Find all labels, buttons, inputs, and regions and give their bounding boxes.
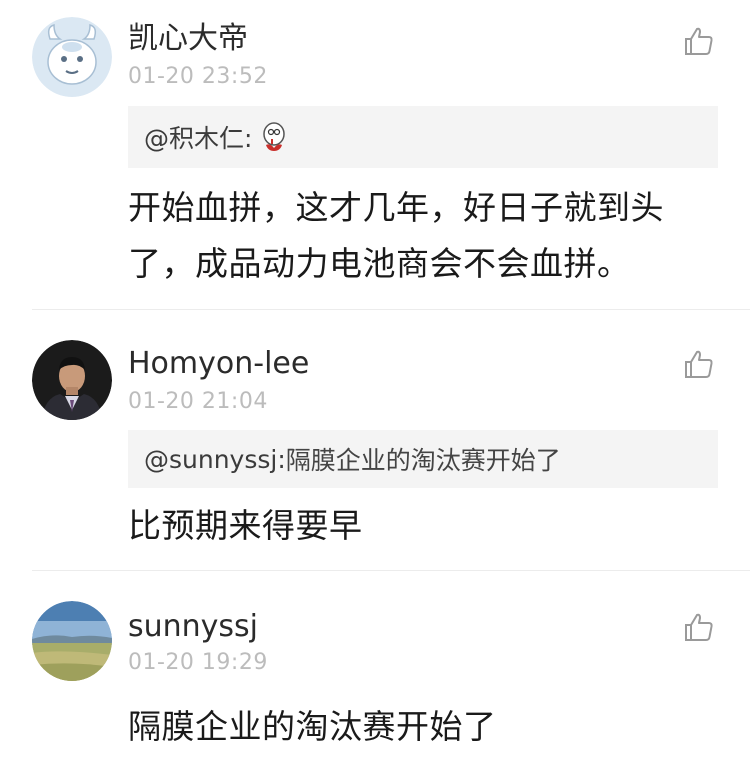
like-icon[interactable] (683, 348, 715, 380)
avatar[interactable] (32, 340, 112, 420)
comment-line: 比预期来得要早 (128, 506, 363, 545)
quoted-reply[interactable]: @sunnyssj: 隔膜企业的淘汰赛开始了 (128, 430, 718, 488)
username[interactable]: 凯心大帝 (128, 24, 248, 54)
quote-user[interactable]: @sunnyssj: (144, 445, 286, 474)
timestamp: 01-20 23:52 (128, 64, 268, 89)
timestamp: 01-20 21:04 (128, 389, 268, 414)
comment-item: sunnyssj 01-20 19:29 隔膜企业的淘汰赛开始了 (0, 571, 750, 761)
timestamp: 01-20 19:29 (128, 650, 268, 675)
comment-line: 开始血拼，这才几年，好日子就到头 (128, 188, 664, 227)
comment-item: 凯心大帝 01-20 23:52 @积木仁: 开始血拼，这才几年，好日子就到头 … (0, 0, 750, 310)
person-photo-icon (32, 340, 112, 420)
avatar[interactable] (32, 17, 112, 97)
quote-text: 隔膜企业的淘汰赛开始了 (285, 446, 561, 475)
username[interactable]: Homyon-lee (128, 349, 309, 379)
landscape-photo-icon (32, 601, 112, 681)
comment-body: 比预期来得要早 (128, 498, 728, 554)
emoji-icon (258, 121, 290, 153)
comment-body: 隔膜企业的淘汰赛开始了 (128, 699, 728, 755)
username[interactable]: sunnyssj (128, 612, 258, 642)
quote-user[interactable]: @积木仁: (144, 119, 252, 155)
comment-body: 开始血拼，这才几年，好日子就到头 了，成品动力电池商会不会血拼。 (128, 180, 728, 292)
quoted-reply[interactable]: @积木仁: (128, 106, 718, 168)
cartoon-avatar-icon (32, 17, 112, 97)
comment-line: 了，成品动力电池商会不会血拼。 (128, 244, 631, 283)
comment-item: Homyon-lee 01-20 21:04 @sunnyssj: 隔膜企业的淘… (0, 310, 750, 570)
comment-line: 隔膜企业的淘汰赛开始了 (128, 707, 497, 746)
like-icon[interactable] (683, 25, 715, 57)
avatar[interactable] (32, 601, 112, 681)
like-icon[interactable] (683, 611, 715, 643)
